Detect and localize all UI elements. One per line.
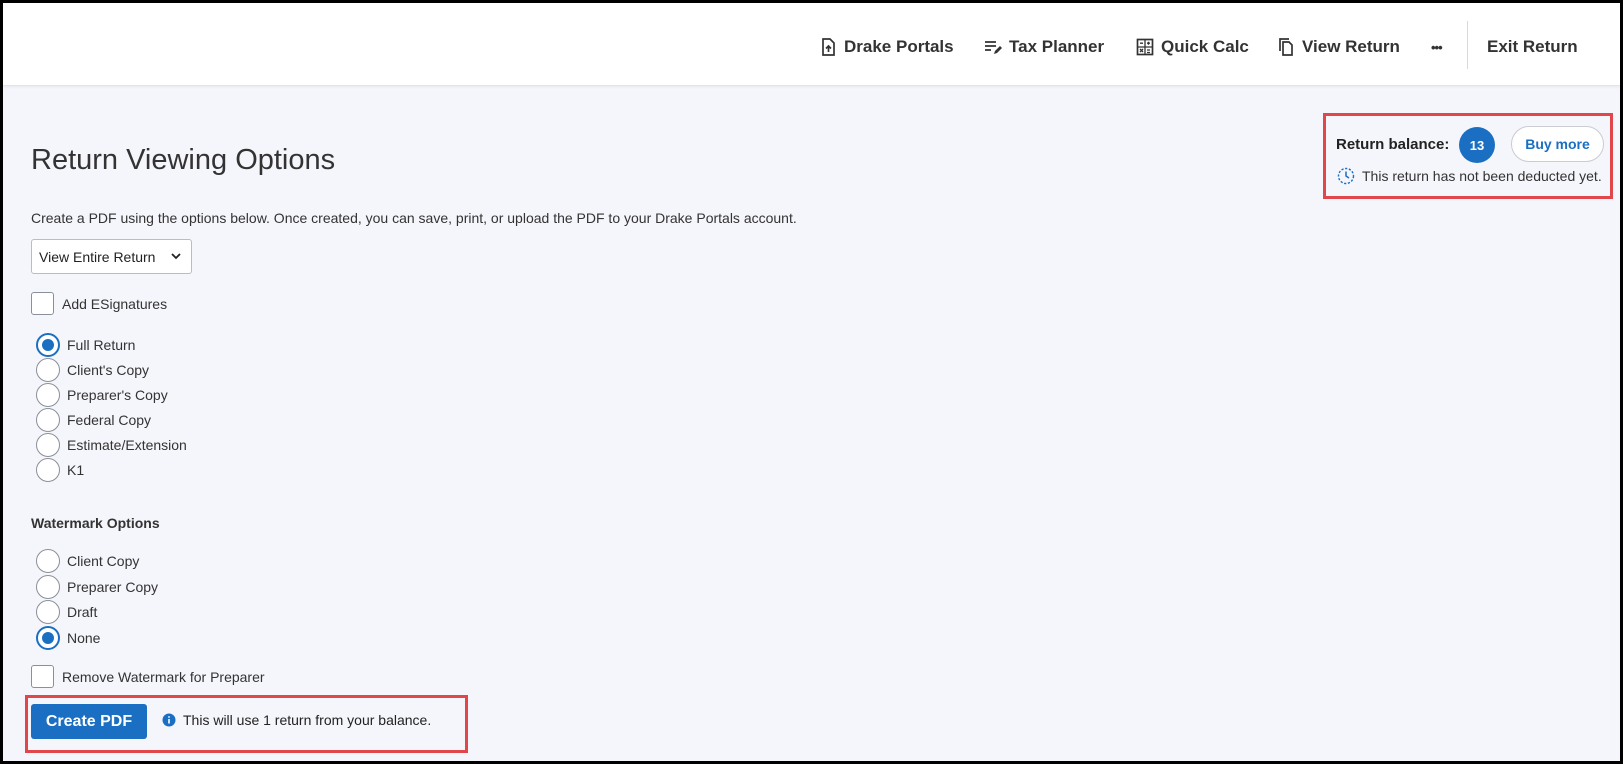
radio-label: Client Copy bbox=[67, 553, 140, 569]
nav-quick-calc[interactable]: Quick Calc bbox=[1135, 32, 1249, 62]
create-pdf-note: This will use 1 return from your balance… bbox=[162, 712, 431, 728]
page-description: Create a PDF using the options below. On… bbox=[31, 210, 797, 226]
balance-note-text: This return has not been deducted yet. bbox=[1362, 168, 1602, 184]
radio-label: Draft bbox=[67, 604, 98, 620]
remove-watermark-option: Remove Watermark for Preparer bbox=[31, 665, 265, 688]
create-note-text: This will use 1 return from your balance… bbox=[183, 712, 432, 728]
radio-button[interactable] bbox=[36, 358, 60, 382]
radio-button[interactable] bbox=[36, 333, 60, 357]
radio-k1[interactable]: K1 bbox=[36, 458, 84, 482]
edit-list-icon bbox=[985, 41, 1002, 54]
return-balance-label: Return balance: bbox=[1336, 136, 1450, 153]
radio-label: None bbox=[67, 630, 101, 646]
radio-label: Estimate/Extension bbox=[67, 437, 187, 453]
pending-clock-icon bbox=[1337, 167, 1355, 185]
nav-label: Quick Calc bbox=[1161, 37, 1249, 56]
radio-button[interactable] bbox=[36, 383, 60, 407]
radio-label: Federal Copy bbox=[67, 412, 152, 428]
nav-view-return[interactable]: View Return bbox=[1276, 32, 1400, 62]
copy-document-icon bbox=[1279, 38, 1293, 56]
more-icon: ••• bbox=[1431, 39, 1443, 55]
app-window: Drake Portals Tax Planner Quick Calc Vie… bbox=[0, 0, 1623, 764]
balance-note: This return has not been deducted yet. bbox=[1337, 167, 1602, 185]
radio-button[interactable] bbox=[36, 433, 60, 457]
radio-label: Client's Copy bbox=[67, 362, 150, 378]
radio-label: Full Return bbox=[67, 337, 136, 353]
radio-watermark-client-copy[interactable]: Client Copy bbox=[36, 549, 139, 573]
radio-label: Preparer's Copy bbox=[67, 387, 168, 403]
top-header: Drake Portals Tax Planner Quick Calc Vie… bbox=[3, 3, 1620, 86]
radio-estimate-extension[interactable]: Estimate/Extension bbox=[36, 433, 187, 457]
radio-label: K1 bbox=[67, 462, 85, 478]
radio-watermark-none[interactable]: None bbox=[36, 626, 100, 650]
remove-watermark-checkbox[interactable] bbox=[31, 665, 54, 688]
radio-button[interactable] bbox=[36, 458, 60, 482]
esignatures-option: Add ESignatures bbox=[31, 292, 167, 315]
nav-label: Drake Portals bbox=[844, 37, 954, 56]
more-menu-button[interactable]: ••• bbox=[1431, 32, 1443, 62]
checkbox-label: Remove Watermark for Preparer bbox=[62, 668, 265, 685]
radio-button[interactable] bbox=[36, 575, 60, 599]
buy-more-button[interactable]: Buy more bbox=[1511, 126, 1604, 162]
view-return-select[interactable]: View Entire Return bbox=[31, 239, 192, 274]
view-select-value: View Entire Return bbox=[39, 248, 156, 265]
info-icon bbox=[162, 713, 176, 727]
calculator-icon bbox=[1136, 38, 1154, 56]
radio-watermark-preparer-copy[interactable]: Preparer Copy bbox=[36, 575, 158, 599]
radio-federal-copy[interactable]: Federal Copy bbox=[36, 408, 151, 432]
radio-clients-copy[interactable]: Client's Copy bbox=[36, 358, 149, 382]
radio-label: Preparer Copy bbox=[67, 579, 159, 595]
radio-button[interactable] bbox=[36, 600, 60, 624]
checkbox-label: Add ESignatures bbox=[62, 295, 168, 312]
radio-button[interactable] bbox=[36, 408, 60, 432]
nav-label: Tax Planner bbox=[1009, 37, 1105, 56]
radio-full-return[interactable]: Full Return bbox=[36, 333, 135, 357]
nav-drake-portals[interactable]: Drake Portals bbox=[818, 32, 954, 62]
radio-button[interactable] bbox=[36, 626, 60, 650]
create-pdf-button[interactable]: Create PDF bbox=[31, 704, 147, 739]
return-balance-count: 13 bbox=[1459, 127, 1495, 163]
page-title: Return Viewing Options bbox=[31, 144, 336, 176]
radio-button[interactable] bbox=[36, 549, 60, 573]
upload-file-icon bbox=[822, 38, 835, 56]
radio-watermark-draft[interactable]: Draft bbox=[36, 600, 97, 624]
nav-label: View Return bbox=[1302, 37, 1400, 56]
exit-return-label: Exit Return bbox=[1487, 37, 1578, 56]
header-divider bbox=[1467, 21, 1468, 69]
nav-tax-planner[interactable]: Tax Planner bbox=[983, 32, 1104, 62]
watermark-heading: Watermark Options bbox=[31, 515, 160, 531]
chevron-down-icon bbox=[171, 253, 181, 260]
radio-preparers-copy[interactable]: Preparer's Copy bbox=[36, 383, 168, 407]
exit-return-button[interactable]: Exit Return bbox=[1487, 32, 1578, 62]
esignatures-checkbox[interactable] bbox=[31, 292, 54, 315]
